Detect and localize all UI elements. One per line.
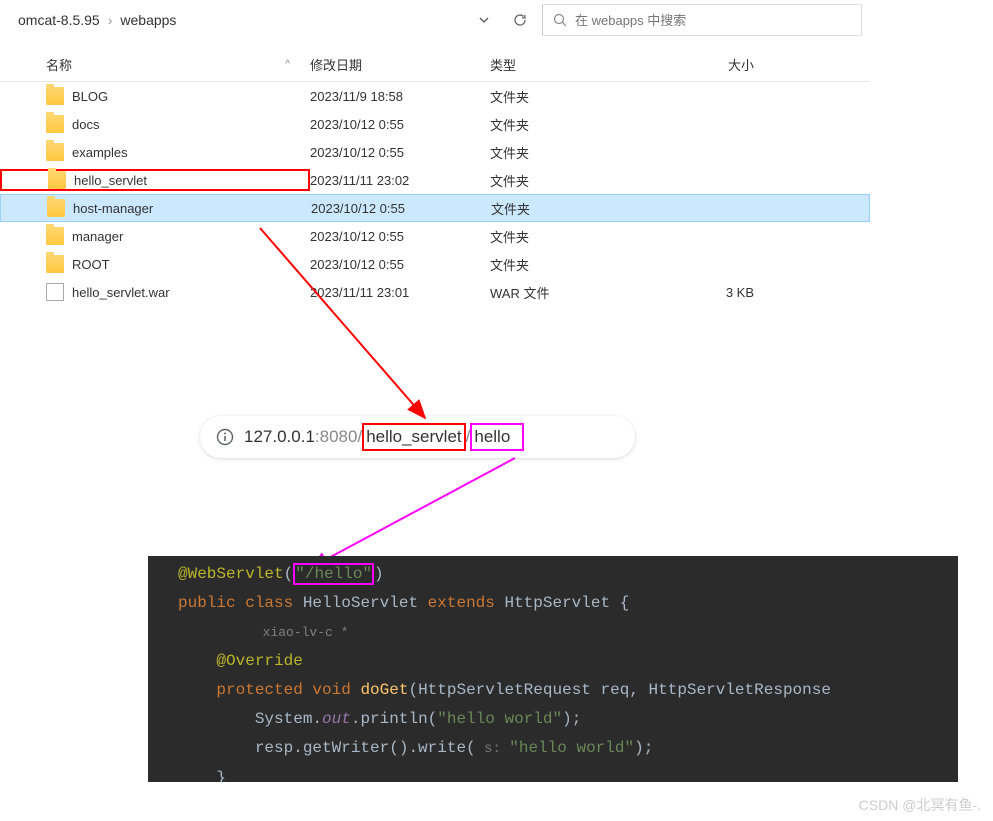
file-icon — [46, 283, 64, 301]
code-editor[interactable]: @WebServlet("/hello") public class Hello… — [148, 556, 958, 782]
file-date: 2023/10/12 0:55 — [310, 145, 490, 160]
file-type: WAR 文件 — [490, 283, 660, 302]
file-row[interactable]: hello_servlet2023/11/11 23:02文件夹 — [0, 166, 870, 194]
info-icon — [216, 428, 234, 446]
column-header-name[interactable]: 名称 ^ — [0, 55, 310, 74]
file-name: docs — [72, 117, 308, 132]
highlighted-folder: hello_servlet — [0, 169, 310, 191]
folder-icon — [46, 115, 64, 133]
file-date: 2023/10/12 0:55 — [310, 117, 490, 132]
file-type: 文件夹 — [490, 227, 660, 246]
dropdown-button[interactable] — [466, 4, 502, 36]
file-date: 2023/11/11 23:02 — [310, 173, 490, 188]
search-icon — [553, 13, 567, 27]
url-text: 127.0.0.1:8080/hello_servlet/hello — [244, 423, 524, 451]
watermark: CSDN @北冥有鱼-. — [859, 795, 981, 815]
file-row[interactable]: manager2023/10/12 0:55文件夹 — [0, 222, 870, 250]
file-name: host-manager — [73, 201, 309, 216]
chevron-right-icon: › — [108, 12, 113, 28]
file-explorer: omcat-8.5.95 › webapps 名称 ^ 修改日期 类型 大小 B… — [0, 0, 870, 306]
folder-icon — [46, 143, 64, 161]
file-type: 文件夹 — [490, 255, 660, 274]
file-name: examples — [72, 145, 308, 160]
folder-icon — [46, 87, 64, 105]
search-box[interactable] — [542, 4, 862, 36]
file-type: 文件夹 — [490, 171, 660, 190]
refresh-button[interactable] — [502, 4, 538, 36]
file-row[interactable]: host-manager2023/10/12 0:55文件夹 — [0, 194, 870, 222]
explorer-header: omcat-8.5.95 › webapps — [0, 0, 870, 40]
search-input[interactable] — [575, 13, 851, 28]
column-header-date[interactable]: 修改日期 — [310, 55, 490, 74]
refresh-icon — [512, 12, 528, 28]
folder-icon — [46, 255, 64, 273]
chevron-down-icon — [478, 14, 490, 26]
file-name: BLOG — [72, 89, 308, 104]
column-header-type[interactable]: 类型 — [490, 55, 660, 74]
column-header-size[interactable]: 大小 — [660, 55, 770, 74]
file-date: 2023/10/12 0:55 — [310, 229, 490, 244]
file-row[interactable]: ROOT2023/10/12 0:55文件夹 — [0, 250, 870, 278]
file-date: 2023/11/9 18:58 — [310, 89, 490, 104]
file-row[interactable]: BLOG2023/11/9 18:58文件夹 — [0, 82, 870, 110]
file-row[interactable]: hello_servlet.war2023/11/11 23:01WAR 文件3… — [0, 278, 870, 306]
file-type: 文件夹 — [490, 115, 660, 134]
file-row[interactable]: examples2023/10/12 0:55文件夹 — [0, 138, 870, 166]
breadcrumb-part[interactable]: webapps — [120, 12, 176, 28]
url-path-highlight-magenta: hello — [470, 423, 523, 451]
breadcrumb[interactable]: omcat-8.5.95 › webapps — [8, 12, 466, 28]
file-name: manager — [72, 229, 308, 244]
file-list: 名称 ^ 修改日期 类型 大小 BLOG2023/11/9 18:58文件夹do… — [0, 48, 870, 306]
folder-icon — [46, 227, 64, 245]
file-name: hello_servlet.war — [72, 285, 308, 300]
file-type: 文件夹 — [490, 87, 660, 106]
file-date: 2023/11/11 23:01 — [310, 285, 490, 300]
file-date: 2023/10/12 0:55 — [310, 257, 490, 272]
folder-icon — [47, 199, 65, 217]
sort-arrow-icon: ^ — [285, 59, 290, 70]
folder-icon — [48, 171, 66, 189]
file-name: ROOT — [72, 257, 308, 272]
file-type: 文件夹 — [491, 199, 661, 218]
file-date: 2023/10/12 0:55 — [311, 201, 491, 216]
file-type: 文件夹 — [490, 143, 660, 162]
file-size: 3 KB — [660, 285, 770, 300]
file-row[interactable]: docs2023/10/12 0:55文件夹 — [0, 110, 870, 138]
breadcrumb-part[interactable]: omcat-8.5.95 — [18, 12, 100, 28]
file-list-header: 名称 ^ 修改日期 类型 大小 — [0, 48, 870, 82]
url-path-highlight-red: hello_servlet — [362, 423, 465, 451]
url-bar[interactable]: 127.0.0.1:8080/hello_servlet/hello — [200, 416, 635, 458]
file-name: hello_servlet — [74, 173, 308, 188]
code-annotation-highlight: "/hello" — [293, 563, 374, 585]
